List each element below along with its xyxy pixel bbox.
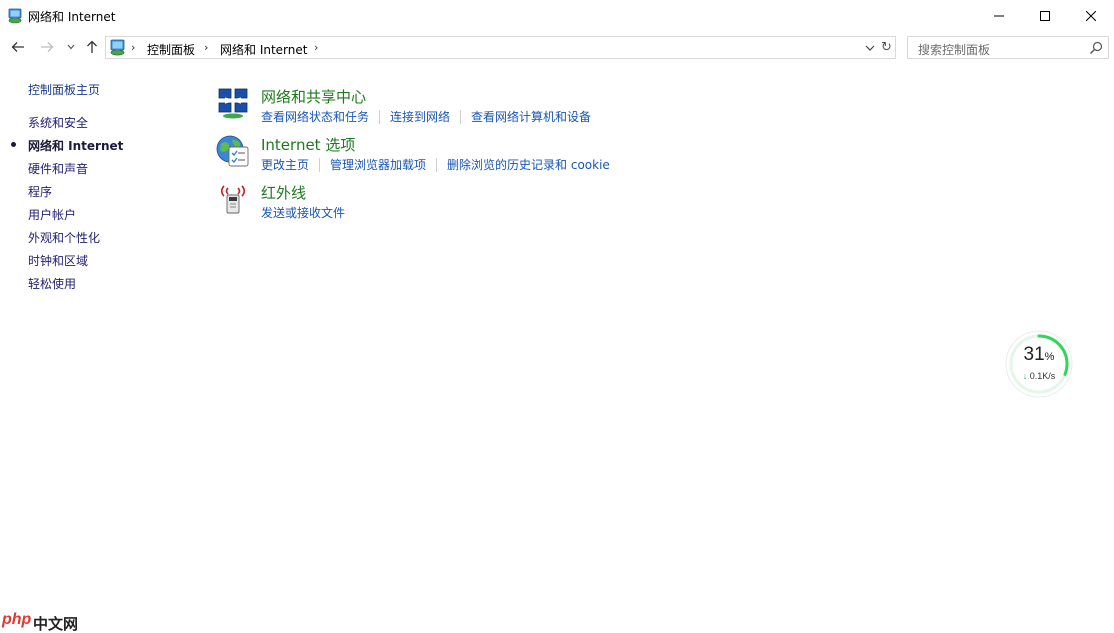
- network-sharing-icon[interactable]: [216, 86, 250, 120]
- refresh-icon: ↻: [881, 40, 892, 55]
- close-icon: [1086, 11, 1096, 21]
- link-divider: [379, 109, 381, 124]
- refresh-button[interactable]: ↻: [878, 36, 896, 59]
- close-button[interactable]: [1068, 0, 1114, 32]
- sidebar-item-hardware-sound[interactable]: 硬件和声音: [28, 160, 88, 177]
- watermark-site: 中文网: [33, 615, 79, 633]
- breadcrumb-separator[interactable]: ›: [314, 41, 318, 54]
- address-bar[interactable]: › 控制面板 › 网络和 Internet ›: [105, 36, 879, 59]
- forward-button[interactable]: [37, 37, 57, 57]
- up-button[interactable]: [83, 37, 101, 57]
- speed-rate: ↓ 0.1K/s: [1004, 371, 1074, 381]
- download-arrow-icon: ↓: [1022, 371, 1028, 381]
- sidebar: 控制面板主页 系统和安全 网络和 Internet 硬件和声音 程序 用户帐户 …: [0, 72, 200, 312]
- network-sharing-title[interactable]: 网络和共享中心: [261, 86, 366, 107]
- infrared-icon[interactable]: [216, 182, 250, 216]
- speed-percent-value: 31: [1023, 344, 1045, 365]
- infrared-title[interactable]: 红外线: [261, 182, 306, 203]
- arrow-up-icon: [87, 40, 97, 53]
- link-send-receive-files[interactable]: 发送或接收文件: [261, 204, 345, 221]
- breadcrumb-separator[interactable]: ›: [204, 41, 208, 54]
- sidebar-item-user-accounts[interactable]: 用户帐户: [28, 206, 76, 223]
- category-network-sharing: 网络和共享中心 查看网络状态和任务 连接到网络 查看网络计算机和设备: [216, 86, 716, 134]
- search-icon[interactable]: [1089, 41, 1103, 55]
- sidebar-item-network-internet[interactable]: 网络和 Internet: [28, 137, 123, 154]
- chevron-down-icon: [67, 44, 75, 50]
- recent-locations-button[interactable]: [64, 37, 78, 57]
- link-divider: [460, 109, 462, 124]
- internet-options-title[interactable]: Internet 选项: [261, 134, 355, 155]
- sidebar-item-appearance[interactable]: 外观和个性化: [28, 229, 100, 246]
- network-speed-widget[interactable]: 31% ↓ 0.1K/s: [1004, 329, 1074, 399]
- sidebar-item-system-security[interactable]: 系统和安全: [28, 114, 88, 131]
- link-view-network-status[interactable]: 查看网络状态和任务: [261, 108, 369, 125]
- link-delete-history[interactable]: 删除浏览的历史记录和 cookie: [447, 156, 610, 173]
- internet-options-icon[interactable]: [216, 134, 250, 168]
- arrow-left-icon: [11, 42, 24, 52]
- speed-rate-value: 0.1K/s: [1029, 371, 1056, 381]
- watermark-brand: php: [2, 611, 32, 628]
- current-item-bullet: [11, 142, 16, 147]
- sidebar-item-ease-of-access[interactable]: 轻松使用: [28, 275, 76, 292]
- link-view-network-devices[interactable]: 查看网络计算机和设备: [471, 108, 591, 125]
- breadcrumb-separator[interactable]: ›: [131, 41, 135, 54]
- breadcrumb-control-panel[interactable]: 控制面板: [147, 41, 195, 58]
- network-internet-icon: [8, 8, 22, 24]
- watermark-logo: php 中文网: [2, 611, 92, 633]
- search-box[interactable]: 搜索控制面板: [907, 36, 1109, 59]
- link-divider: [436, 157, 438, 172]
- breadcrumb-network-internet[interactable]: 网络和 Internet: [220, 41, 307, 58]
- title-bar: 网络和 Internet: [0, 0, 1114, 32]
- network-sharing-links: 查看网络状态和任务 连接到网络 查看网络计算机和设备: [261, 108, 591, 125]
- navigation-bar: › 控制面板 › 网络和 Internet › ↻ 搜索控制面板: [0, 33, 1114, 61]
- speed-percent-unit: %: [1044, 351, 1055, 363]
- sidebar-item-home[interactable]: 控制面板主页: [28, 81, 100, 98]
- maximize-button[interactable]: [1022, 0, 1068, 32]
- category-infrared: 红外线 发送或接收文件: [216, 182, 716, 230]
- link-manage-addons[interactable]: 管理浏览器加载项: [330, 156, 426, 173]
- search-input[interactable]: 搜索控制面板: [918, 41, 990, 58]
- maximize-icon: [1040, 11, 1050, 21]
- sidebar-item-programs[interactable]: 程序: [28, 183, 52, 200]
- window-title: 网络和 Internet: [28, 10, 116, 24]
- control-panel-icon: [110, 39, 125, 56]
- address-dropdown-icon[interactable]: [864, 42, 876, 54]
- infrared-links: 发送或接收文件: [261, 204, 345, 221]
- back-button[interactable]: [8, 37, 28, 57]
- link-divider: [319, 157, 321, 172]
- sidebar-item-clock-region[interactable]: 时钟和区域: [28, 252, 88, 269]
- speed-percent: 31%: [1004, 344, 1074, 366]
- minimize-icon: [994, 15, 1004, 17]
- category-internet-options: Internet 选项 更改主页 管理浏览器加载项 删除浏览的历史记录和 coo…: [216, 134, 716, 182]
- minimize-button[interactable]: [976, 0, 1022, 32]
- link-connect-network[interactable]: 连接到网络: [390, 108, 450, 125]
- arrow-right-icon: [41, 42, 54, 52]
- internet-options-links: 更改主页 管理浏览器加载项 删除浏览的历史记录和 cookie: [261, 156, 610, 173]
- link-change-homepage[interactable]: 更改主页: [261, 156, 309, 173]
